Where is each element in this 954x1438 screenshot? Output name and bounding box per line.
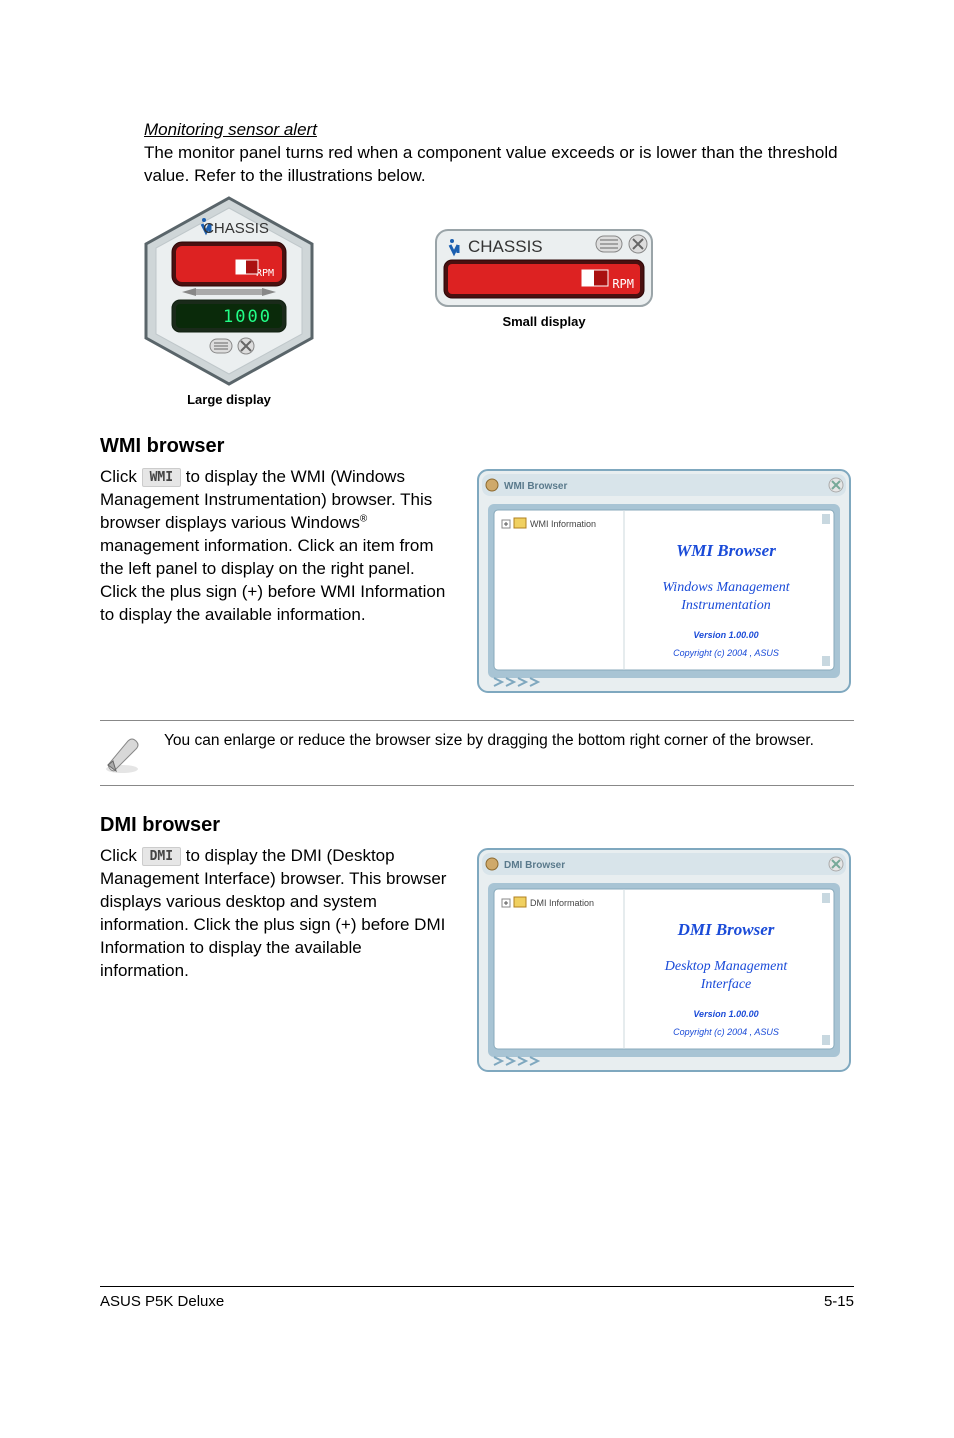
dmi-right-title: DMI Browser: [677, 920, 775, 939]
gauge-label: CHASSIS: [203, 220, 269, 237]
wmi-right-sub2: Instrumentation: [680, 598, 770, 613]
wmi-pre: Click: [100, 467, 142, 486]
chassis-small-gauge-icon: CHASSIS RPM: [434, 228, 654, 308]
wmi-text: Click WMI to display the WMI (Windows Ma…: [100, 466, 454, 696]
wmi-version: Version 1.00.00: [693, 630, 758, 640]
dmi-row: Click DMI to display the DMI (Desktop Ma…: [100, 845, 854, 1075]
dmi-tree-root: DMI Information: [530, 898, 594, 908]
wmi-right-title: WMI Browser: [676, 541, 776, 560]
wmi-copyright: Copyright (c) 2004 , ASUS: [673, 648, 779, 658]
footer-right: 5-15: [824, 1293, 854, 1310]
note-box: You can enlarge or reduce the browser si…: [100, 720, 854, 786]
page-footer: ASUS P5K Deluxe 5-15: [100, 1286, 854, 1310]
displays-row: CHASSIS RPM 1000 Large disp: [144, 196, 854, 407]
pencil-icon: [100, 731, 144, 775]
gauge-rpm-label: RPM: [256, 268, 274, 279]
wmi-browser-screenshot: WMI Browser WMI Information WMI Browser …: [474, 466, 854, 696]
wmi-right-sub1: Windows Management: [662, 580, 790, 595]
alert-heading: Monitoring sensor alert: [144, 120, 854, 140]
wmi-button-chip[interactable]: WMI: [142, 468, 181, 488]
dmi-version: Version 1.00.00: [693, 1009, 758, 1019]
dmi-text: Click DMI to display the DMI (Desktop Ma…: [100, 845, 454, 1075]
small-caption: Small display: [502, 314, 585, 329]
dmi-copyright: Copyright (c) 2004 , ASUS: [673, 1027, 779, 1037]
wmi-rest: management information. Click an item fr…: [100, 536, 445, 624]
small-display-col: CHASSIS RPM Small display: [434, 228, 654, 407]
large-caption: Large display: [187, 392, 271, 407]
wmi-shot-title: WMI Browser: [504, 481, 567, 492]
dmi-title: DMI browser: [100, 814, 854, 837]
wmi-title: WMI browser: [100, 435, 854, 458]
small-gauge-rpm: RPM: [612, 277, 634, 291]
dmi-browser-screenshot: DMI Browser DMI Information DMI Browser …: [474, 845, 854, 1075]
dmi-shot-title: DMI Browser: [504, 860, 565, 871]
wmi-tree-root: WMI Information: [530, 519, 596, 529]
alert-body: The monitor panel turns red when a compo…: [144, 142, 854, 188]
dmi-right-sub2: Interface: [700, 977, 752, 992]
dmi-button-chip[interactable]: DMI: [142, 847, 181, 867]
note-text: You can enlarge or reduce the browser si…: [164, 731, 814, 751]
large-display-col: CHASSIS RPM 1000 Large disp: [144, 196, 314, 407]
footer-left: ASUS P5K Deluxe: [100, 1293, 224, 1310]
chassis-large-gauge-icon: CHASSIS RPM 1000: [144, 196, 314, 386]
page: Monitoring sensor alert The monitor pane…: [0, 0, 954, 1350]
small-gauge-label: CHASSIS: [468, 237, 543, 256]
registered-mark: ®: [360, 513, 367, 524]
gauge-temp: 1000: [223, 307, 272, 327]
dmi-pre: Click: [100, 846, 142, 865]
wmi-row: Click WMI to display the WMI (Windows Ma…: [100, 466, 854, 696]
dmi-right-sub1: Desktop Management: [664, 959, 789, 974]
